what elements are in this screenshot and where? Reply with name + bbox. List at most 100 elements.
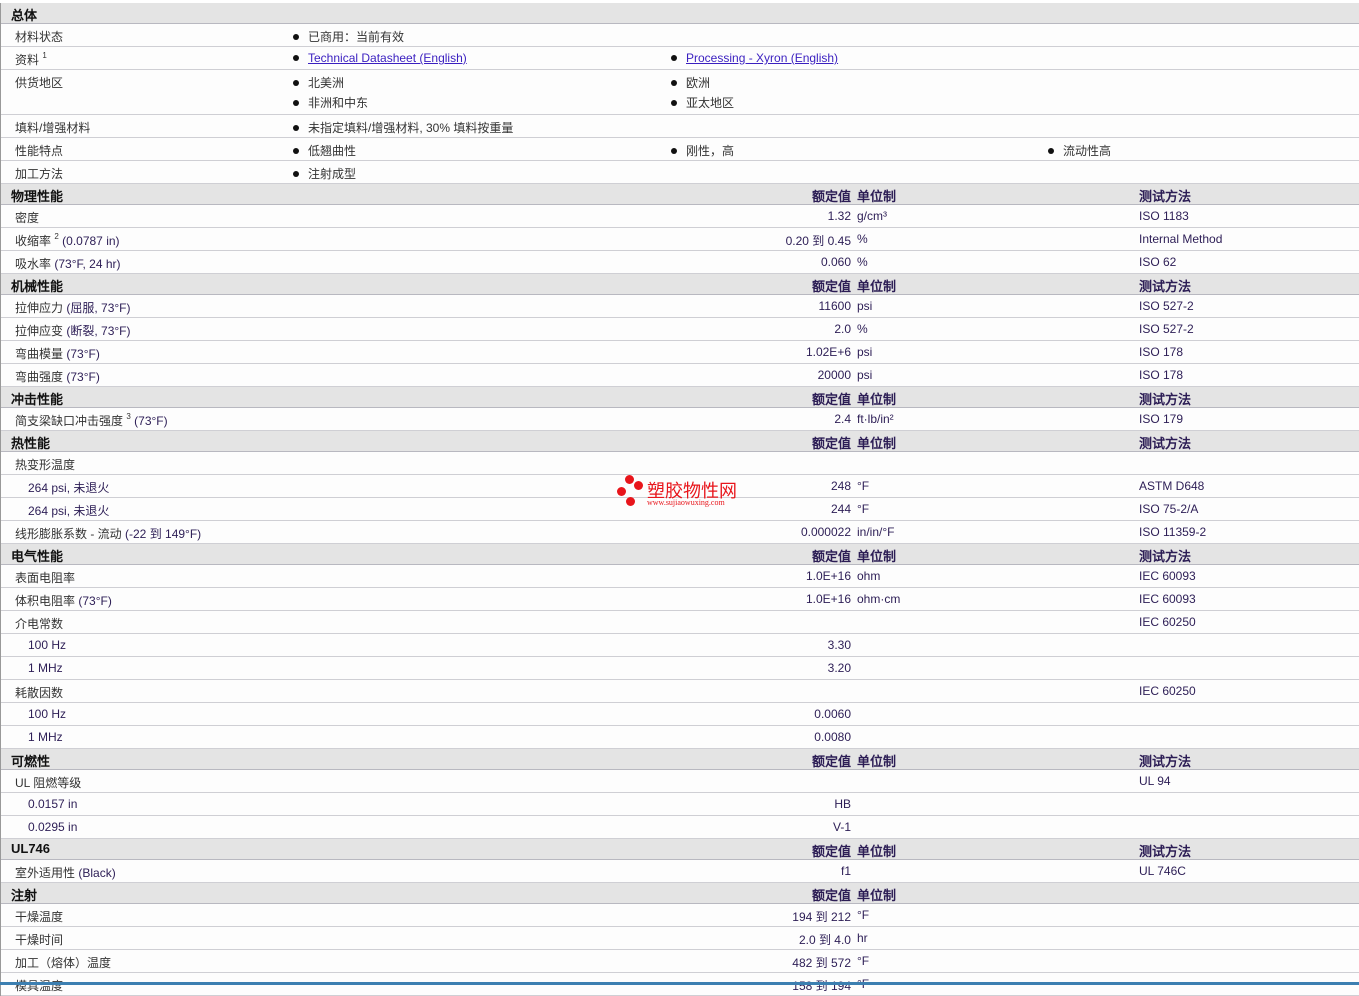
property-value: 1.32 [827,209,851,223]
property-row: 耗散因数 IEC 60250 [1,680,1359,703]
property-row: 介电常数 IEC 60250 [1,611,1359,634]
item-text: 注射成型 [308,167,357,181]
section-header: 冲击性能 额定值 单位制 测试方法 [1,387,1359,408]
condition-text: (Black) [78,866,116,880]
row-label: 供货地区 [15,74,63,91]
test-method: UL 94 [1139,774,1171,788]
property-row: 弯曲强度 (73°F) 20000 psi ISO 178 [1,364,1359,387]
footnote-marker: 1 [42,51,47,60]
column-header-test: 测试方法 [1139,844,1192,859]
label-text: 体积电阻率 [15,594,76,608]
test-method: ISO 527-2 [1139,322,1194,336]
row-label: 材料状态 [15,28,63,45]
column-header-unit: 单位制 [857,844,897,859]
test-method: ISO 11359-2 [1139,525,1207,539]
label-text: 吸水率 [15,257,52,271]
property-label: 264 psi, 未退火 [28,479,109,496]
section-header: 注射 额定值 单位制 [1,883,1359,904]
property-row: 弯曲模量 (73°F) 1.02E+6 psi ISO 178 [1,341,1359,364]
bullet-item: 注射成型 [293,165,356,182]
property-row: 0.0157 in HB [1,793,1359,816]
column-header-value: 额定值 [811,888,851,903]
label-text: 拉伸应力 [15,301,64,315]
property-value: 248 [830,479,851,493]
property-label: 模具温度 [15,977,63,994]
condition-text: (73°F) [134,414,168,428]
column-header-test: 测试方法 [1139,189,1192,204]
label-text: UL 阻燃等级 [15,776,82,790]
property-value: 158 到 194 [792,979,851,993]
property-label: 拉伸应变 (断裂, 73°F) [15,322,131,339]
property-value: 1.0E+16 [805,592,851,606]
footnote-marker: 3 [126,412,131,421]
property-row: 拉伸应力 (屈服, 73°F) 11600 psi ISO 527-2 [1,295,1359,318]
label-text: 0.0295 in [28,820,78,834]
general-row: 加工方法 注射成型 [1,161,1359,184]
test-method: IEC 60250 [1139,684,1196,698]
property-label: UL 阻燃等级 [15,774,81,791]
label-text: 室外适用性 [15,866,76,880]
test-method: Internal Method [1139,232,1223,246]
label-text: 0.0157 in [28,797,78,811]
bullet-item: Processing - Xyron (English) [671,51,838,65]
label-text: 密度 [15,211,40,225]
property-value: 0.000022 [800,525,851,539]
section-title: 注射 [11,888,38,903]
section-title: 热性能 [11,436,51,451]
datasheet-link[interactable]: Processing - Xyron (English) [686,51,838,65]
section-header-general: 总体 [1,3,1359,24]
column-header-unit: 单位制 [857,436,897,451]
test-method: ASTM D648 [1139,479,1205,493]
condition-text: (73°F) [66,347,100,361]
property-label: 弯曲强度 (73°F) [15,368,100,385]
property-row: 1 MHz 0.0080 [1,726,1359,749]
bullet-item: 非洲和中东 [293,94,368,111]
datasheet-link[interactable]: Technical Datasheet (English) [308,51,467,65]
section-header: UL746 额定值 单位制 测试方法 [1,839,1359,860]
item-text: 未指定填料/增强材料, 30% 填料按重量 [308,121,514,135]
property-value: 11600 [818,299,851,313]
item-text: 流动性高 [1063,144,1112,158]
property-row: UL 阻燃等级 UL 94 [1,770,1359,793]
property-row: 加工（熔体）温度 482 到 572 °F [1,950,1359,973]
label-text: 资料 [15,53,40,67]
test-method: ISO 527-2 [1139,299,1194,313]
label-text: 表面电阻率 [15,571,76,585]
property-label: 加工（熔体）温度 [15,954,111,971]
section-title: 物理性能 [11,189,64,204]
label-text: 热变形温度 [15,458,76,472]
condition-text: (屈服, 73°F) [66,301,131,315]
column-header-test: 测试方法 [1139,279,1192,294]
property-row: 0.0295 in V-1 [1,816,1359,839]
bullet-item: 未指定填料/增强材料, 30% 填料按重量 [293,119,513,136]
property-unit: hr [857,931,868,945]
property-row: 热变形温度 [1,452,1359,475]
label-text: 填料/增强材料 [15,121,91,135]
bullet-item: 亚太地区 [671,94,734,111]
property-value: 3.20 [827,661,851,675]
property-unit: psi [857,345,873,359]
bullet-item: Technical Datasheet (English) [293,51,467,65]
bullet-item: 已商用：当前有效 [293,28,404,45]
column-header-test: 测试方法 [1139,754,1192,769]
property-label: 264 psi, 未退火 [28,502,109,519]
property-label: 介电常数 [15,615,63,632]
property-unit: °F [857,502,870,516]
property-row: 吸水率 (73°F, 24 hr) 0.060% ISO 62 [1,251,1359,274]
test-method: IEC 60250 [1139,615,1196,629]
property-unit: ohm·cm [857,592,901,606]
property-label: 1 MHz [28,661,63,675]
property-unit: psi [857,299,873,313]
property-value: 482 到 572 [792,956,851,970]
property-value: 0.0080 [814,730,851,744]
item-text: 非洲和中东 [308,96,369,110]
property-label: 吸水率 (73°F, 24 hr) [15,255,121,272]
test-method: ISO 178 [1139,345,1184,359]
property-label: 干燥时间 [15,931,63,948]
general-row: 材料状态 已商用：当前有效 [1,24,1359,47]
property-row: 线形膨胀系数 - 流动 (-22 到 149°F) 0.000022 in/in/°… [1,521,1359,544]
condition-text: (0.0787 in) [62,234,120,248]
property-label: 耗散因数 [15,684,63,701]
test-method: ISO 179 [1139,412,1184,426]
label-text: 干燥温度 [15,910,64,924]
